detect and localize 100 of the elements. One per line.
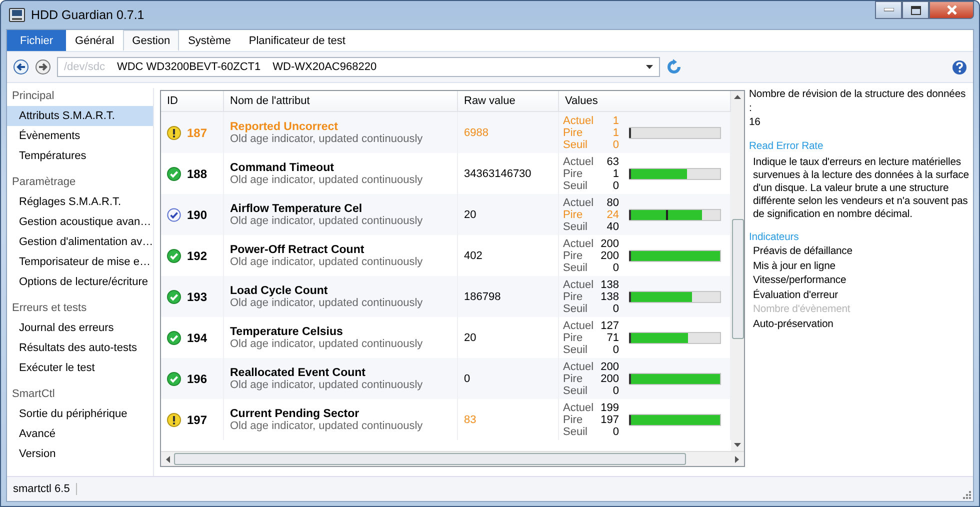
sidebar-item[interactable]: Avancé — [7, 424, 153, 444]
indicator-item: Mis à jour en ligne — [753, 260, 836, 274]
indicator-item: Auto-préservation — [753, 318, 834, 332]
column-header[interactable]: ID — [161, 91, 224, 111]
value-label: Seuil — [563, 302, 588, 314]
value-label: Actuel — [563, 278, 595, 290]
sidebar-item[interactable]: Gestion d'alimentation av… — [7, 232, 153, 252]
value-label: Actuel — [563, 360, 595, 372]
value-label: Pire — [563, 168, 584, 180]
raw-value: 6988 — [464, 126, 488, 138]
close-icon — [946, 5, 958, 15]
attribute-description: Old age indicator, updated continuously — [230, 174, 423, 186]
attribute-name: Load Cycle Count — [230, 284, 328, 296]
drive-icon — [9, 8, 25, 22]
attribute-name: Power-Off Retract Count — [230, 244, 364, 256]
attribute-id: 197 — [187, 412, 208, 426]
indicators-heading: Indicateurs — [749, 231, 800, 245]
sidebar-item[interactable]: Gestion acoustique avan… — [7, 212, 153, 232]
value-label: Pire — [563, 372, 584, 384]
value-label: Pire — [563, 290, 584, 302]
sidebar-item[interactable]: Évènements — [7, 126, 153, 146]
resize-grip-icon[interactable] — [962, 490, 971, 499]
value-number: 200 — [600, 250, 619, 262]
close-button[interactable] — [929, 1, 974, 19]
attribute-description: Old age indicator, updated continuously — [230, 420, 423, 432]
column-header[interactable]: Nom de l'attribut — [224, 91, 458, 111]
sidebar-heading: Erreurs et tests — [11, 301, 88, 316]
raw-value: 20 — [464, 208, 476, 220]
attribute-id: 194 — [187, 330, 208, 344]
menu-tab[interactable]: Général — [66, 30, 124, 51]
value-number: 138 — [600, 278, 619, 290]
value-label: Seuil — [563, 426, 588, 438]
value-number: 1 — [612, 168, 619, 180]
indicator-item: Vitesse/performance — [753, 274, 848, 288]
sidebar-heading: Principal — [11, 89, 56, 104]
attribute-description: Old age indicator, updated continuously — [230, 256, 423, 268]
attribute-description: Old age indicator, updated continuously — [230, 214, 423, 226]
sidebar-item[interactable]: Temporisateur de mise e… — [7, 252, 153, 272]
value-label: Pire — [563, 208, 584, 220]
attribute-id: 192 — [187, 248, 208, 262]
value-number: 138 — [600, 290, 619, 302]
value-number: 200 — [600, 238, 619, 250]
help-icon[interactable] — [952, 60, 967, 74]
sidebar-item[interactable]: Températures — [7, 146, 153, 166]
minimize-button[interactable] — [875, 1, 902, 19]
vertical-scrollbar[interactable] — [731, 91, 744, 451]
attribute-name: Reported Uncorrect — [230, 120, 338, 132]
value-label: Actuel — [563, 238, 595, 250]
value-number: 80 — [606, 196, 619, 208]
attribute-id: 193 — [187, 290, 208, 304]
value-label: Seuil — [563, 138, 588, 150]
raw-value: 83 — [464, 414, 476, 426]
back-icon[interactable] — [13, 59, 29, 75]
sidebar-item[interactable]: Journal des erreurs — [7, 318, 153, 338]
menu-tab[interactable]: Système — [179, 30, 240, 51]
maximize-button[interactable] — [902, 1, 929, 19]
sidebar-item[interactable]: Options de lecture/écriture — [7, 272, 153, 292]
sidebar-item[interactable]: Sortie du périphérique — [7, 404, 153, 424]
value-number: 200 — [600, 372, 619, 384]
value-number: 197 — [600, 414, 619, 426]
raw-value: 34363146730 — [464, 168, 532, 180]
value-number: 127 — [600, 320, 619, 332]
sidebar-heading: Paramètrage — [11, 175, 77, 190]
device-selector[interactable]: /dev/sdc WDC WD3200BEVT-60ZCT1 WD-WX20AC968220 — [57, 57, 660, 77]
value-number: 24 — [606, 208, 619, 220]
attribute-name: Command Timeout — [230, 162, 334, 174]
sidebar-item[interactable]: Exécuter le test — [7, 358, 153, 378]
menu-tab[interactable]: Fichier — [7, 30, 66, 51]
attribute-id: 188 — [187, 166, 208, 180]
refresh-icon[interactable] — [666, 59, 682, 75]
attribute-id: 187 — [187, 126, 208, 140]
attribute-title: Read Error Rate — [749, 140, 824, 154]
sidebar-item[interactable]: Attributs S.M.A.R.T. — [7, 106, 153, 126]
attribute-id: 196 — [187, 372, 208, 386]
attribute-description: Old age indicator, updated continuously — [230, 132, 423, 144]
menu-tab[interactable]: Gestion — [123, 30, 180, 51]
horizontal-scrollbar[interactable] — [161, 451, 744, 466]
column-header[interactable]: Raw value — [458, 91, 559, 111]
indicator-item: Évaluation d'erreur — [753, 288, 839, 302]
attribute-id: 190 — [187, 208, 208, 222]
sidebar-item[interactable]: Réglages S.M.A.R.T. — [7, 192, 153, 212]
sidebar-item[interactable]: Résultats des auto-tests — [7, 338, 153, 358]
revision-label: Nombre de révision de la structure des données : — [749, 88, 967, 116]
forward-icon[interactable] — [35, 59, 51, 75]
value-label: Actuel — [563, 402, 595, 414]
value-number: 0 — [612, 344, 619, 356]
raw-value: 186798 — [464, 290, 501, 302]
value-number: 200 — [600, 360, 619, 372]
value-label: Pire — [563, 126, 584, 138]
scroll-up-icon[interactable] — [734, 95, 741, 99]
value-number: 0 — [612, 180, 619, 192]
scroll-down-icon[interactable] — [734, 443, 741, 447]
scroll-right-icon[interactable] — [735, 456, 739, 462]
value-number: 0 — [612, 262, 619, 274]
scroll-left-icon[interactable] — [166, 456, 170, 462]
menu-tab[interactable]: Planificateur de test — [240, 30, 354, 51]
value-number: 40 — [606, 220, 619, 232]
sidebar-item[interactable]: Version — [7, 444, 153, 464]
attribute-name: Current Pending Sector — [230, 408, 360, 420]
raw-value: 0 — [464, 372, 470, 384]
